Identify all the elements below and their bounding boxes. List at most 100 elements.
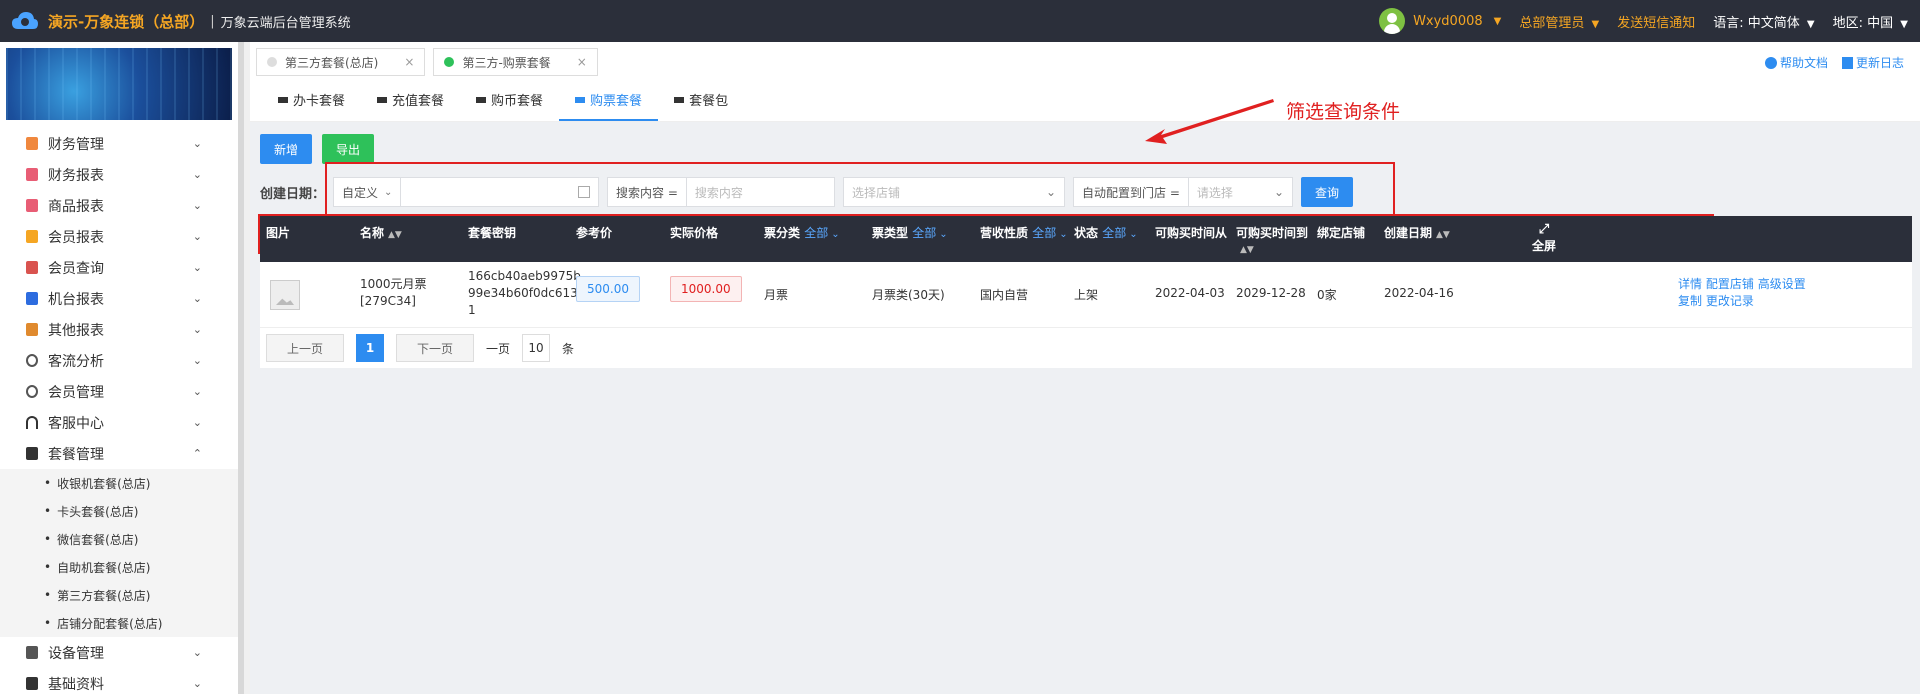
col-name-label: 名称 (360, 226, 385, 240)
sort-icon: ▲▼ (1240, 245, 1254, 255)
sidebar-item-finance-report[interactable]: 财务报表 ⌄ (0, 159, 238, 190)
document-icon (26, 677, 38, 690)
layers-icon (26, 323, 38, 336)
update-log-link[interactable]: 更新日志 (1841, 54, 1904, 71)
package-name: 1000元月票 (360, 277, 427, 291)
sidebar-subitem[interactable]: 微信套餐(总店) (0, 525, 238, 553)
sort-icon: ▲▼ (388, 230, 402, 240)
sidebar: 财务管理 ⌄ 财务报表 ⌄ 商品报表 ⌄ 会员报表 ⌄ 会员查询 ⌄ 机台报表 ⌄ 其他报表… (0, 42, 244, 694)
pagination: 上一页 1 下一页 一页 10 条 (260, 328, 1912, 368)
sidebar-item-traffic[interactable]: 客流分析 ⌄ (0, 345, 238, 376)
image-placeholder-icon (270, 280, 300, 310)
close-icon[interactable]: × (577, 55, 587, 69)
col-status[interactable]: 状态 全部 ⌄ (1074, 224, 1138, 241)
chevron-down-icon: ⌄ (192, 677, 202, 690)
chevron-up-icon: ⌃ (192, 447, 202, 460)
col-buy-to-label: 可购买时间到 (1236, 226, 1309, 240)
sidebar-item-member-report[interactable]: 会员报表 ⌄ (0, 221, 238, 252)
sidebar-item-service[interactable]: 客服中心 ⌄ (0, 407, 238, 438)
sort-icon: ▲▼ (1436, 230, 1450, 240)
subtab-bundle[interactable]: 套餐包 (658, 90, 744, 121)
sidebar-subitem[interactable]: 自助机套餐(总店) (0, 553, 238, 581)
sidebar-subitem[interactable]: 第三方套餐(总店) (0, 581, 238, 609)
tab-active-dot (444, 57, 455, 67)
sidebar-item-device[interactable]: 设备管理 ⌄ (0, 637, 238, 668)
subtab-coin-package[interactable]: 购币套餐 (460, 90, 559, 121)
sidebar-item-basic[interactable]: 基础资料 ⌄ (0, 668, 238, 694)
subtab-card-package[interactable]: 办卡套餐 (262, 90, 361, 121)
role-menu[interactable]: 总部管理员 ▼ (1519, 12, 1599, 31)
sidebar-item-member-manage[interactable]: 会员管理 ⌄ (0, 376, 238, 407)
prev-page-button[interactable]: 上一页 (266, 334, 345, 362)
chevron-down-icon: ⌄ (192, 385, 202, 398)
table-row: 1000元月票 [279C34] 166cb40aeb9975b 99e34b6… (260, 262, 1912, 328)
col-ticket-cat[interactable]: 票分类 全部 ⌄ (764, 224, 840, 241)
col-buy-from: 可购买时间从 (1155, 226, 1228, 240)
sms-notify-link[interactable]: 发送短信通知 (1617, 12, 1695, 31)
help-doc-link[interactable]: 帮助文档 (1764, 54, 1828, 71)
chevron-down-icon: ⌄ (192, 199, 202, 212)
brand-name: 演示-万象连锁（总部） (48, 12, 205, 31)
col-created-label: 创建日期 (1384, 226, 1433, 240)
sidebar-item-label: 会员查询 (48, 260, 104, 277)
detail-link[interactable]: 详情 (1678, 277, 1702, 291)
page-size-input[interactable]: 10 (522, 334, 551, 362)
ticket-icon (575, 96, 586, 103)
sidebar-item-machine-report[interactable]: 机台报表 ⌄ (0, 283, 238, 314)
col-buy-to[interactable]: 可购买时间到 ▲▼ (1236, 224, 1308, 255)
sidebar-item-label: 设备管理 (48, 645, 104, 662)
language-menu[interactable]: 语言: 中文简体 ▼ (1713, 12, 1814, 31)
col-ticket-type[interactable]: 票类型 全部 ⌄ (872, 224, 948, 241)
sidebar-subitem[interactable]: 店铺分配套餐(总店) (0, 609, 238, 637)
username: Wxyd0008 (1413, 13, 1483, 29)
cell-buy-to: 2029-12-28 (1236, 286, 1306, 300)
filter-all: 全部 (804, 226, 829, 240)
col-image: 图片 (266, 226, 291, 240)
sidebar-item-other-report[interactable]: 其他报表 ⌄ (0, 314, 238, 345)
tab-ticket-package[interactable]: 第三方-购票套餐 × (433, 48, 598, 76)
region-menu[interactable]: 地区: 中国 ▼ (1833, 12, 1908, 31)
add-button[interactable]: 新增 (260, 134, 313, 164)
subtab-ticket-package[interactable]: 购票套餐 (559, 90, 659, 121)
sidebar-item-member-query[interactable]: 会员查询 ⌄ (0, 252, 238, 283)
tab-third-party-package[interactable]: 第三方套餐(总店) × (256, 48, 426, 76)
change-log-link[interactable]: 更改记录 (1706, 294, 1754, 308)
role-label: 总部管理员 (1519, 15, 1585, 31)
sidebar-subitem[interactable]: 卡头套餐(总店) (0, 497, 238, 525)
col-name[interactable]: 名称 ▲▼ (360, 224, 402, 241)
help-links: 帮助文档 更新日志 (1764, 54, 1904, 71)
sidebar-item-package[interactable]: 套餐管理 ⌃ (0, 438, 238, 469)
col-created[interactable]: 创建日期 ▲▼ (1384, 224, 1450, 241)
close-icon[interactable]: × (404, 55, 414, 69)
sidebar-item-goods-report[interactable]: 商品报表 ⌄ (0, 190, 238, 221)
tab-status-dot (267, 57, 277, 67)
chevron-down-icon: ▼ (1900, 18, 1908, 30)
finance-icon (26, 137, 38, 150)
sidebar-item-finance[interactable]: 财务管理 ⌄ (0, 128, 238, 159)
package-table: 图片 名称 ▲▼ 套餐密钥 参考价 实际价格 票分类 全部 ⌄ 票类型 全部 ⌄ 营收… (260, 216, 1912, 368)
next-page-button[interactable]: 下一页 (396, 334, 475, 362)
filter-all: 全部 (1102, 226, 1127, 240)
sidebar-subitem[interactable]: 收银机套餐(总店) (0, 469, 238, 497)
copy-link[interactable]: 复制 (1678, 294, 1702, 308)
export-button[interactable]: 导出 (322, 134, 375, 164)
cell-real-price: 1000.00 (670, 276, 742, 302)
subtab-recharge-package[interactable]: 充值套餐 (361, 90, 460, 121)
chevron-down-icon: ⌄ (192, 416, 202, 429)
card-icon (476, 96, 487, 103)
advanced-settings-link[interactable]: 高级设置 (1758, 277, 1806, 291)
sidebar-item-label: 商品报表 (48, 198, 104, 215)
top-bar: 演示-万象连锁（总部） | 万象云端后台管理系统 Wxyd0008 ▼ 总部管理… (0, 0, 1920, 42)
fullscreen-toggle[interactable]: ⤢ 全屏 (1532, 222, 1556, 254)
col-revenue[interactable]: 营收性质 全部 ⌄ (980, 224, 1068, 241)
col-key: 套餐密钥 (468, 226, 517, 240)
action-buttons: 新增 导出 (260, 134, 375, 164)
config-store-link[interactable]: 配置店铺 (1706, 277, 1754, 291)
col-real-price: 实际价格 (670, 226, 719, 240)
user-icon (26, 385, 38, 398)
cell-name: 1000元月票 [279C34] (360, 276, 427, 310)
page-number-button[interactable]: 1 (356, 334, 385, 362)
sidebar-item-label: 会员管理 (48, 384, 104, 401)
chevron-down-icon: ⌄ (1129, 229, 1138, 240)
user-menu[interactable]: Wxyd0008 ▼ (1379, 8, 1501, 34)
